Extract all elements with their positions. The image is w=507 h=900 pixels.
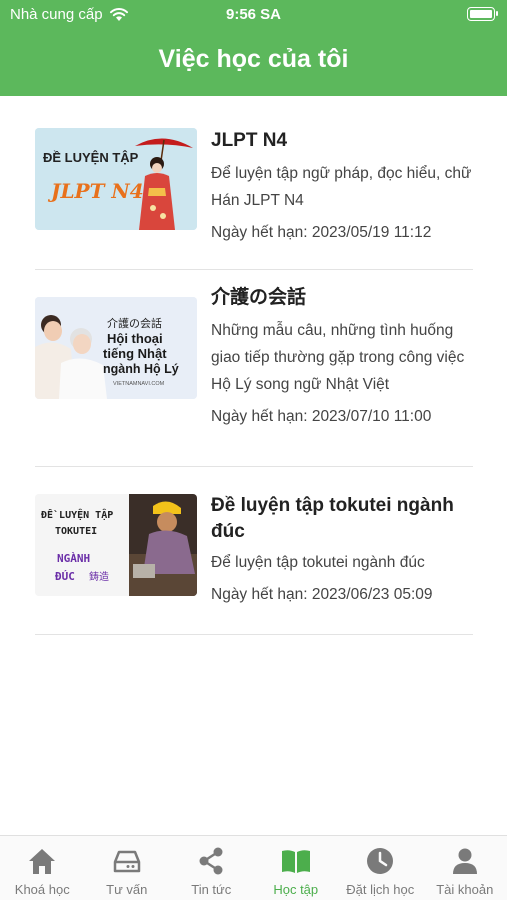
tab-label: Đặt lịch học <box>346 882 415 897</box>
course-title: Đề luyện tập tokutei ngành đúc <box>211 495 454 542</box>
course-info: JLPT N4 Để luyện tập ngữ pháp, đọc hiểu,… <box>211 128 473 244</box>
tab-label: Tư vấn <box>106 882 148 897</box>
tab-label: Khoá học <box>14 882 70 897</box>
status-bar: Nhà cung cấp 9:56 SA <box>0 0 507 30</box>
tab-hoc-tap[interactable]: Học tập <box>254 836 339 900</box>
course-info: 介護の会話 Những mẫu câu, những tình huống gi… <box>211 285 473 428</box>
course-list: ĐỀ LUYỆN TẬP JLPT N4 JLPT N4 Để luyện tậ… <box>35 110 473 635</box>
tab-tin-tuc[interactable]: Tin tức <box>169 836 254 900</box>
course-expiry: Ngày hết hạn: 2023/07/10 11:00 <box>211 408 432 425</box>
course-item-jlpt-n4[interactable]: ĐỀ LUYỆN TẬP JLPT N4 JLPT N4 Để luyện tậ… <box>35 110 473 270</box>
bottom-tab-bar: Khoá học Tư vấn Tin tức Học tập Đặt lịch… <box>0 835 507 900</box>
app-header: Nhà cung cấp 9:56 SA Việc học của tôi <box>0 0 507 96</box>
tab-tai-khoan[interactable]: Tài khoản <box>423 836 507 900</box>
thumb-jp-title-text: 介護の会話 <box>107 316 162 330</box>
kaigo-cover-image: 介護の会話 Hội thoại tiếng Nhật ngành Hộ Lý V… <box>35 297 197 399</box>
battery-icon <box>467 7 498 21</box>
course-description: Những mẫu câu, những tình huống giao tiế… <box>211 322 465 393</box>
tab-tu-van[interactable]: Tư vấn <box>85 836 170 900</box>
course-info: Đề luyện tập tokutei ngành đúc Để luyện … <box>211 493 473 606</box>
course-thumbnail: ĐỀ LUYỆN TẬP JLPT N4 <box>35 128 197 230</box>
course-thumbnail: 介護の会話 Hội thoại tiếng Nhật ngành Hộ Lý V… <box>35 297 197 399</box>
course-expiry: Ngày hết hạn: 2023/06/23 05:09 <box>211 586 433 603</box>
course-title: JLPT N4 <box>211 130 288 151</box>
thumb-kanji-text: 鋳造 <box>89 570 109 583</box>
thumb-highlight-text: NGÀNH <box>57 552 90 565</box>
tab-khoa-hoc[interactable]: Khoá học <box>0 836 85 900</box>
thumb-subtitle-text: JLPT N4 <box>47 179 144 203</box>
thumb-line-text: Hội thoại <box>107 331 163 346</box>
page-title: Việc học của tôi <box>158 45 349 73</box>
book-icon <box>281 850 310 873</box>
tab-label: Tin tức <box>191 882 232 897</box>
course-description: Để luyện tập tokutei ngành đúc <box>211 554 425 571</box>
thumb-title-text: ĐỀ LUYỆN TẬP <box>41 507 113 521</box>
course-item-kaigo[interactable]: 介護の会話 Hội thoại tiếng Nhật ngành Hộ Lý V… <box>35 270 473 467</box>
thumb-title-text: ĐỀ LUYỆN TẬP <box>43 150 139 165</box>
jlpt-n4-cover-image: ĐỀ LUYỆN TẬP JLPT N4 <box>35 128 197 230</box>
thumb-site-text: VIETNAMNAVI.COM <box>113 381 165 387</box>
course-description: Để luyện tập ngữ pháp, đọc hiểu, chữ Hán… <box>211 165 472 209</box>
thumb-title-text: TOKUTEI <box>55 526 97 537</box>
tab-label: Tài khoản <box>436 882 494 897</box>
status-time: 9:56 SA <box>225 6 282 23</box>
user-icon <box>452 848 477 874</box>
thumb-line-text: ngành Hộ Lý <box>103 362 179 376</box>
thumb-highlight-text: ĐÚC <box>55 570 75 583</box>
course-expiry: Ngày hết hạn: 2023/05/19 11:12 <box>211 224 432 241</box>
tab-label: Học tập <box>273 882 319 897</box>
clock-icon <box>367 848 394 874</box>
thumb-line-text: tiếng Nhật <box>103 346 167 361</box>
course-item-tokutei[interactable]: ĐỀ LUYỆN TẬP TOKUTEI NGÀNH ĐÚC 鋳造 Đề luy… <box>35 467 473 635</box>
tab-dat-lich-hoc[interactable]: Đặt lịch học <box>338 836 423 900</box>
course-title: 介護の会話 <box>211 287 307 308</box>
home-icon <box>29 849 56 874</box>
share-icon <box>199 847 223 875</box>
inbox-icon <box>113 850 140 873</box>
tokutei-cover-image: ĐỀ LUYỆN TẬP TOKUTEI NGÀNH ĐÚC 鋳造 <box>35 494 197 596</box>
course-thumbnail: ĐỀ LUYỆN TẬP TOKUTEI NGÀNH ĐÚC 鋳造 <box>35 494 197 596</box>
